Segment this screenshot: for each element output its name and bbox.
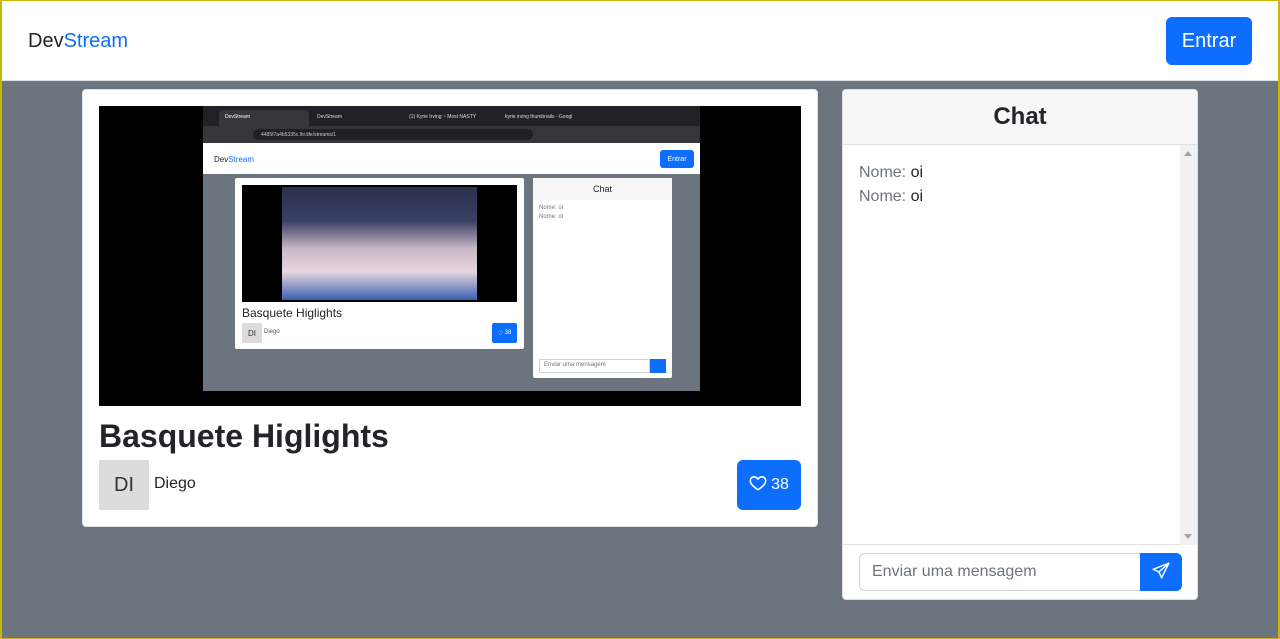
chat-message: Nome: oi [859,161,923,185]
like-button[interactable]: 38 [737,460,801,510]
scroll-down-icon[interactable] [1184,534,1192,539]
preview-brand: DevStream [214,155,255,164]
chat-message-input[interactable] [859,553,1140,591]
preview-browser-tabs: DevStream DevStream (1) Kyrie Irving ~ M… [203,106,700,126]
preview-url: 4485f7a4b5335c.lhr.life/streams/1 [253,129,533,140]
chat-message-name: Nome: [859,164,907,181]
chat-panel: Chat Nome: oi Nome: oi [842,89,1198,600]
shared-screen-preview: DevStream DevStream (1) Kyrie Irving ~ M… [203,106,700,391]
preview-tab: DevStream [219,110,309,126]
preview-author: Diego [264,329,280,335]
chat-title: Chat [843,90,1197,145]
preview-tab: DevStream [317,114,343,120]
stream-card: DevStream DevStream (1) Kyrie Irving ~ M… [82,89,818,527]
preview-chat-message: Nome: oi [539,214,564,220]
send-icon [1152,561,1170,583]
chat-message-name: Nome: [859,188,907,205]
author-name: Diego [154,475,196,492]
preview-chat-input: Enviar uma mensagem [539,359,650,373]
chat-message-list: Nome: oi Nome: oi [859,161,923,209]
chat-message: Nome: oi [859,185,923,209]
chat-scrollbar[interactable] [1180,145,1197,545]
preview-video [242,185,517,302]
stream-title: Basquete Higlights [99,418,389,454]
preview-title: Basquete Higlights [242,306,343,320]
brand-logo[interactable]: DevStream [28,30,128,53]
send-message-button[interactable] [1140,553,1182,591]
chat-messages-area[interactable]: Nome: oi Nome: oi [843,145,1197,545]
preview-tab: (1) Kyrie Irving ~ Most NASTY [409,114,477,120]
preview-login-button: Entrar [660,150,694,168]
preview-chat-title: Chat [533,178,672,200]
chat-message-text: oi [910,164,924,181]
login-button[interactable]: Entrar [1166,17,1252,65]
preview-navbar: DevStream Entrar [203,143,700,174]
scroll-up-icon[interactable] [1184,151,1192,156]
preview-chat: Chat Nome: oi Nome: oi Enviar uma mensag… [533,178,672,378]
preview-chat-message: Nome: oi [539,205,564,211]
preview-stream-card: Basquete Higlights DI Diego ♡ 38 [235,178,524,349]
like-count: 38 [771,476,789,493]
preview-avatar: DI [242,323,262,343]
avatar: DI [99,460,149,510]
video-player[interactable]: DevStream DevStream (1) Kyrie Irving ~ M… [99,106,801,406]
preview-send-button [650,359,666,373]
preview-address-bar: 4485f7a4b5335c.lhr.life/streams/1 [203,126,700,143]
navbar: DevStream Entrar [0,0,1280,81]
chat-message-text: oi [910,188,924,205]
preview-tab: kyrie irving thumbnails - Googl [505,114,573,120]
basketball-court-image [282,187,477,300]
preview-like-button: ♡ 38 [492,323,517,343]
brand-prefix: Dev [28,30,64,52]
heart-icon [749,474,767,497]
brand-suffix: Stream [63,30,129,52]
